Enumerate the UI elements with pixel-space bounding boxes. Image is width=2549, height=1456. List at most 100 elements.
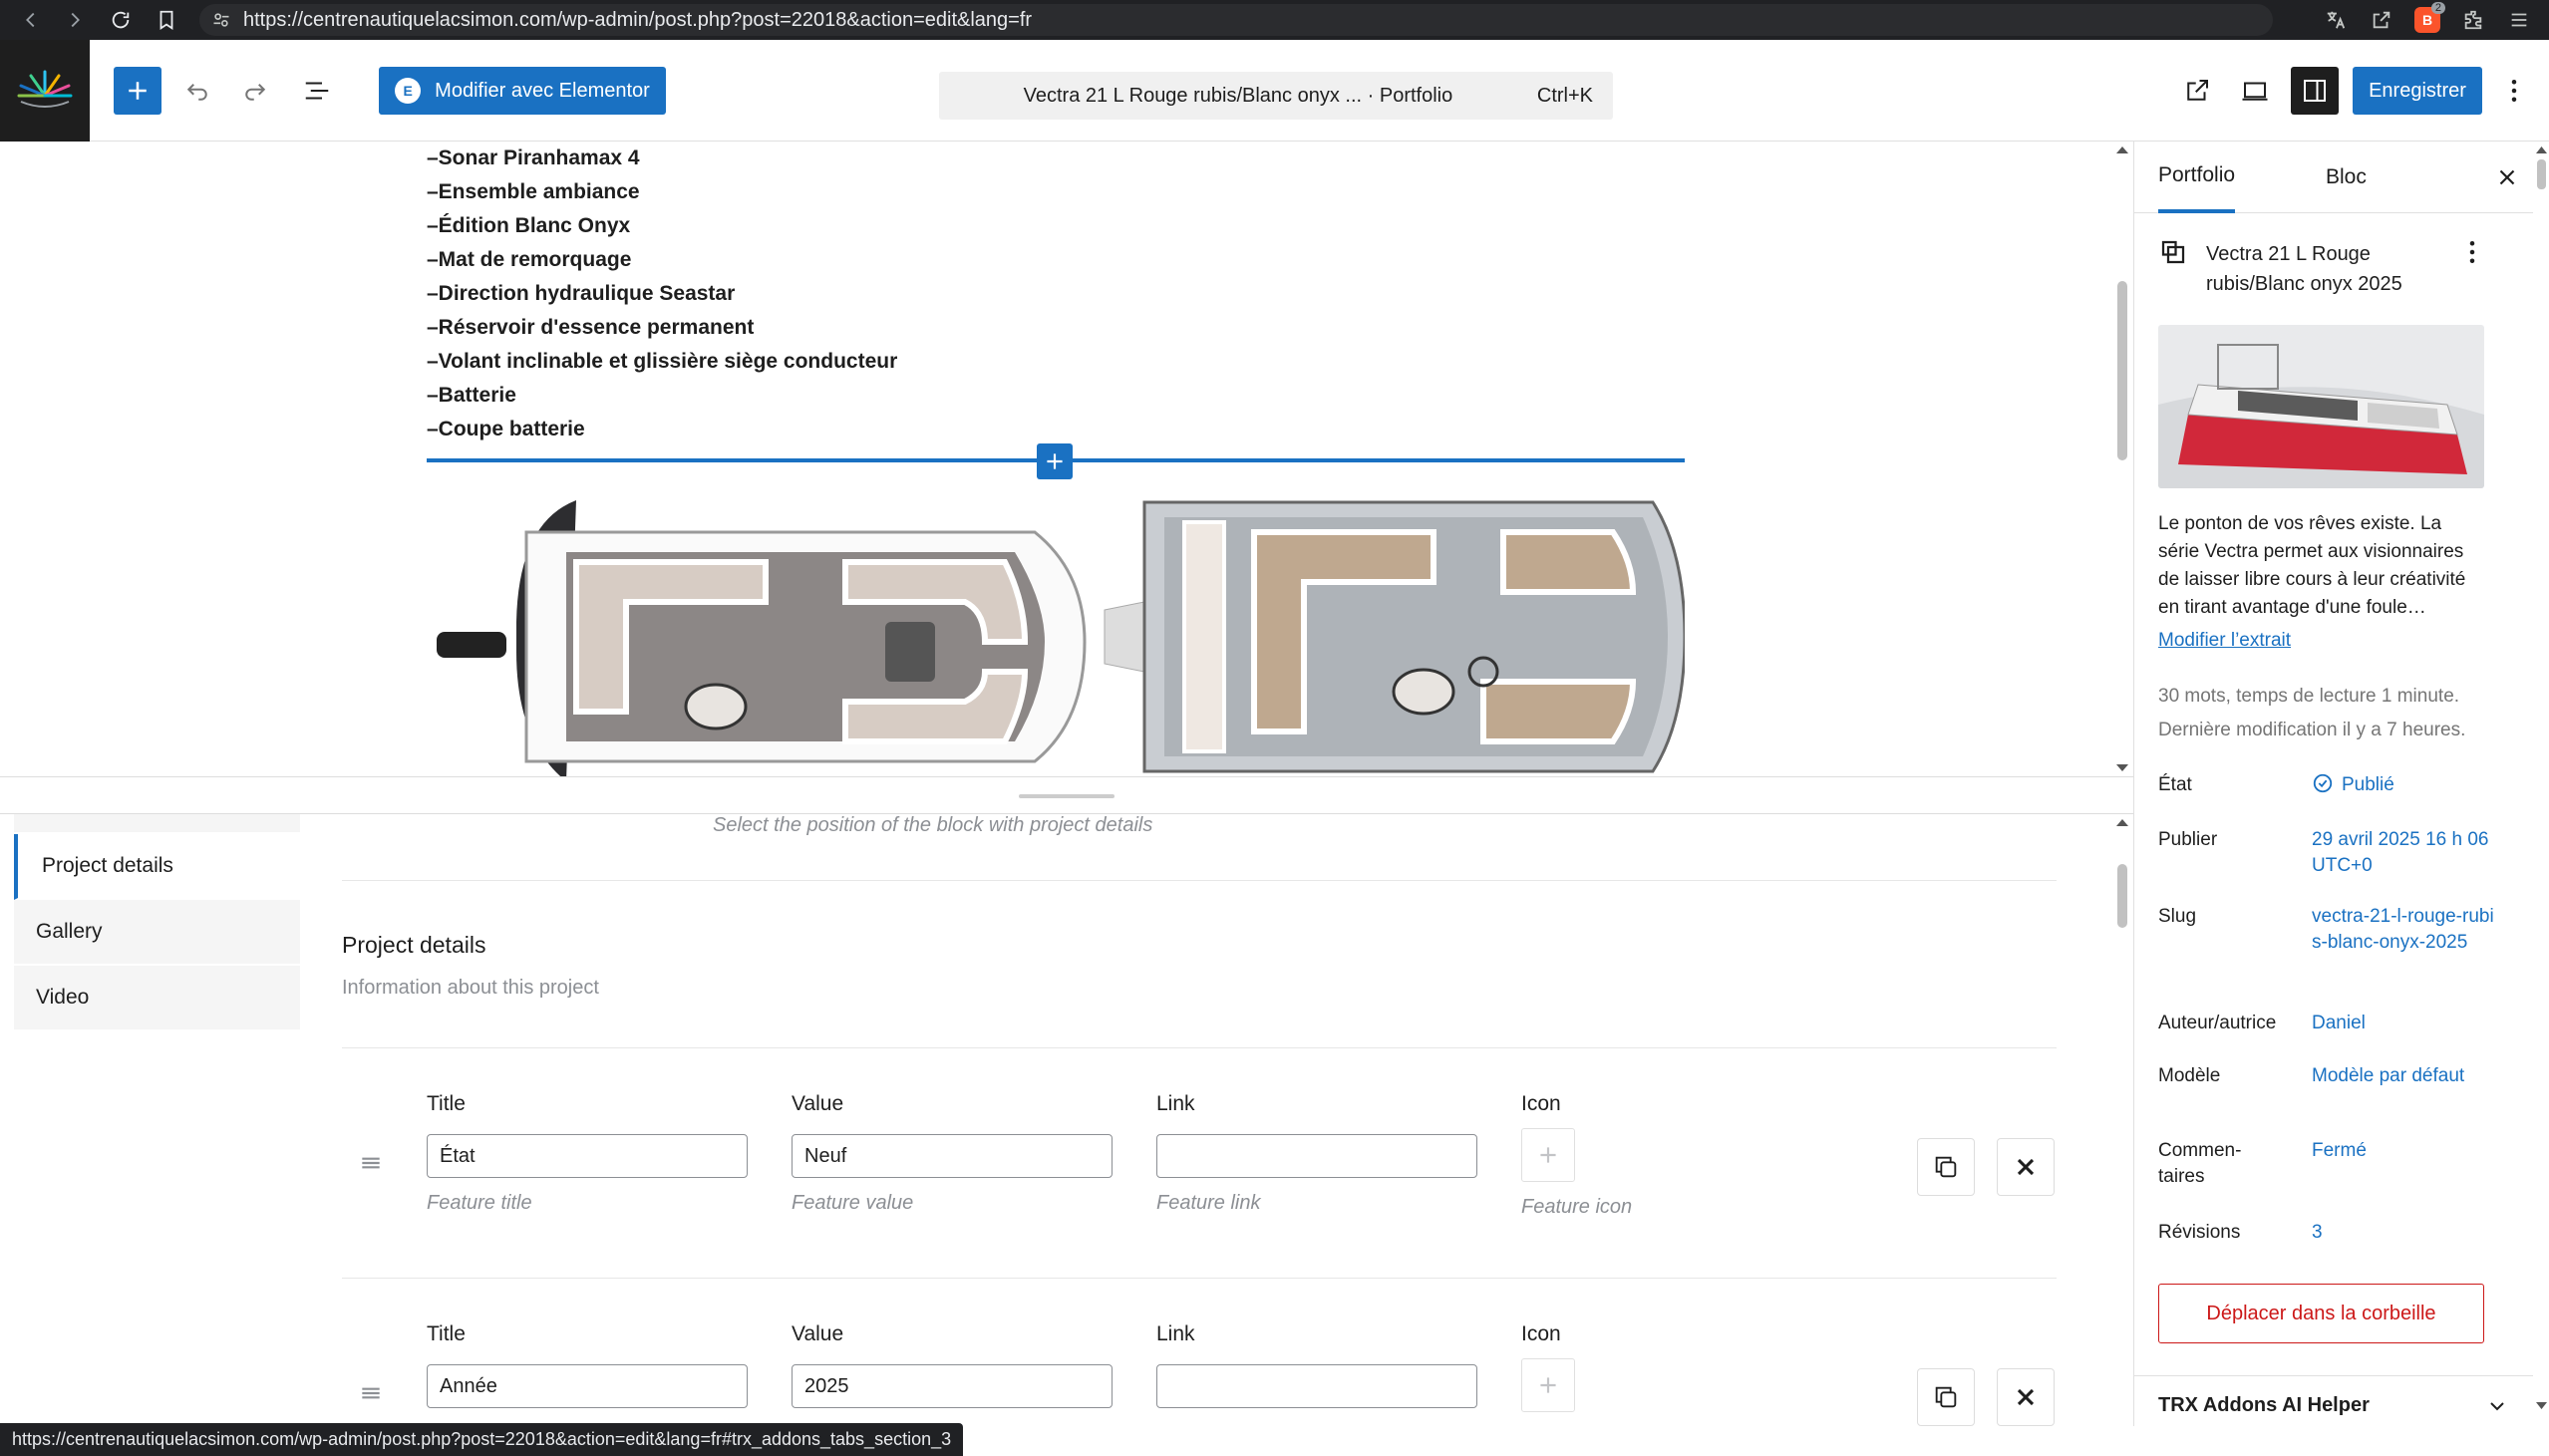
spec-item[interactable]: –Volant inclinable et glissière siège co… [427, 345, 897, 379]
feature-title-input[interactable]: Année [427, 1364, 748, 1408]
edit-excerpt-link[interactable]: Modifier l’extrait [2158, 630, 2291, 652]
address-bar[interactable]: https://centrenautiquelacsimon.com/wp-ad… [199, 4, 2273, 36]
tab-project-details[interactable]: Project details [14, 834, 300, 900]
publish-date-value[interactable]: 29 avril 2025 16 h 06 UTC+0 [2312, 827, 2501, 879]
feature-link-input[interactable] [1156, 1364, 1477, 1408]
trx-ai-helper-panel[interactable]: TRX Addons AI Helper [2134, 1375, 2533, 1426]
tab-gallery[interactable]: Gallery [14, 900, 300, 966]
drag-handle[interactable] [358, 1150, 384, 1181]
close-sidebar-button[interactable] [2491, 161, 2523, 193]
duplicate-row-button[interactable] [1917, 1368, 1975, 1426]
status-value[interactable]: Publié [2312, 772, 2501, 798]
link-label: Link [1156, 1322, 1195, 1345]
author-key: Auteur/autrice [2158, 1013, 2277, 1033]
meta-box-resize-handle[interactable] [0, 776, 2133, 814]
divider [342, 1278, 2057, 1279]
copy-icon [1935, 1156, 1957, 1178]
spec-item[interactable]: –Sonar Piranhamax 4 [427, 142, 897, 175]
options-button[interactable] [2494, 67, 2534, 115]
remove-row-button[interactable] [1997, 1138, 2055, 1196]
site-settings-icon[interactable] [199, 10, 243, 30]
translate-icon[interactable] [2320, 4, 2352, 36]
document-overview-button[interactable] [293, 67, 341, 115]
divider [342, 1047, 2057, 1048]
template-value[interactable]: Modèle par défaut [2312, 1063, 2501, 1089]
link-column: Link Feature link [1156, 1092, 1477, 1215]
tab-block[interactable]: Bloc [2326, 142, 2367, 213]
arrow-left-icon [26, 12, 35, 28]
icon-column: Icon [1521, 1322, 1575, 1412]
bookmark-button[interactable] [148, 0, 185, 40]
spec-item[interactable]: –Édition Blanc Onyx [427, 209, 897, 243]
author-value[interactable]: Daniel [2312, 1011, 2501, 1036]
share-icon[interactable] [2366, 4, 2397, 36]
portfolio-icon [2158, 237, 2188, 272]
value-label: Value [792, 1322, 844, 1345]
icon-label: Icon [1521, 1092, 1561, 1115]
slug-value[interactable]: vectra-21-l-rouge-rubis-blanc-onyx-2025 [2312, 904, 2501, 956]
status-bar-url: https://centrenautiquelacsimon.com/wp-ad… [0, 1423, 964, 1456]
reload-button[interactable] [102, 0, 140, 40]
drag-handle[interactable] [358, 1380, 384, 1411]
view-post-button[interactable] [2173, 67, 2221, 115]
sidebar-scrollbar[interactable] [2533, 142, 2549, 1426]
undo-button[interactable] [173, 67, 221, 115]
spec-item[interactable]: –Batterie [427, 379, 897, 413]
status-key: État [2158, 774, 2192, 795]
feature-link-input[interactable] [1156, 1134, 1477, 1178]
command-palette-button[interactable]: Vectra 21 L Rouge rubis/Blanc onyx ... ·… [939, 72, 1613, 120]
close-icon [2499, 169, 2515, 185]
icon-picker-button[interactable] [1521, 1358, 1575, 1412]
back-button[interactable] [12, 0, 50, 40]
insert-block-button[interactable] [1037, 443, 1073, 479]
canvas-scrollbar[interactable] [2111, 142, 2133, 776]
spec-item[interactable]: –Mat de remorquage [427, 243, 897, 277]
feature-title-input[interactable]: État [427, 1134, 748, 1178]
spec-item[interactable]: –Coupe batterie [427, 413, 897, 446]
feature-value-input[interactable]: 2025 [792, 1364, 1113, 1408]
forward-button[interactable] [56, 0, 94, 40]
spec-item[interactable]: –Direction hydraulique Seastar [427, 277, 897, 311]
feature-row: Title Année Value 2025 Link Icon [342, 1322, 2057, 1426]
settings-toggle-button[interactable] [2291, 67, 2339, 115]
preview-device-button[interactable] [2231, 67, 2279, 115]
spec-item[interactable]: –Ensemble ambiance [427, 175, 897, 209]
brave-shields-icon[interactable]: B 2 [2411, 2, 2445, 36]
hamburger-menu-icon[interactable] [2503, 4, 2535, 36]
title-column: Title Année [427, 1322, 748, 1408]
save-button[interactable]: Enregistrer [2353, 67, 2482, 115]
kebab-icon [2511, 80, 2517, 102]
move-to-trash-button[interactable]: Déplacer dans la corbeille [2158, 1284, 2484, 1343]
tab-portfolio[interactable]: Portfolio [2158, 142, 2236, 213]
comments-value[interactable]: Fermé [2312, 1138, 2501, 1164]
icon-picker-button[interactable] [1521, 1128, 1575, 1182]
comments-key: Commen-taires [2158, 1140, 2242, 1187]
plus-icon [1047, 453, 1063, 469]
tab-previous[interactable] [14, 814, 300, 834]
resize-grip[interactable] [1019, 794, 1115, 798]
spec-item[interactable]: –Réservoir d'essence permanent [427, 311, 897, 345]
redo-button[interactable] [231, 67, 279, 115]
value-column: Value Neuf Feature value [792, 1092, 1113, 1215]
external-link-icon [2187, 80, 2208, 101]
post-actions-button[interactable] [2457, 237, 2487, 272]
revisions-value[interactable]: 3 [2312, 1220, 2501, 1246]
tab-video[interactable]: Video [14, 966, 300, 1031]
featured-image[interactable] [2158, 325, 2484, 488]
slug-key: Slug [2158, 906, 2197, 927]
puzzle-icon[interactable] [2457, 4, 2489, 36]
site-logo[interactable] [0, 40, 90, 142]
meta-scrollbar[interactable] [2111, 814, 2133, 1426]
edit-with-elementor-button[interactable]: E Modifier avec Elementor [379, 67, 666, 115]
remove-row-button[interactable] [1997, 1368, 2055, 1426]
elementor-icon: E [395, 78, 422, 104]
add-block-button[interactable] [114, 67, 161, 115]
undo-icon [186, 84, 207, 101]
feature-value-input[interactable]: Neuf [792, 1134, 1113, 1178]
sidebar-icon [2304, 80, 2326, 102]
duplicate-row-button[interactable] [1917, 1138, 1975, 1196]
copy-icon [1935, 1386, 1957, 1408]
chevron-down-icon [2490, 1401, 2504, 1410]
boat-layout-image[interactable] [427, 492, 1685, 776]
drag-handle-icon [362, 1387, 380, 1399]
